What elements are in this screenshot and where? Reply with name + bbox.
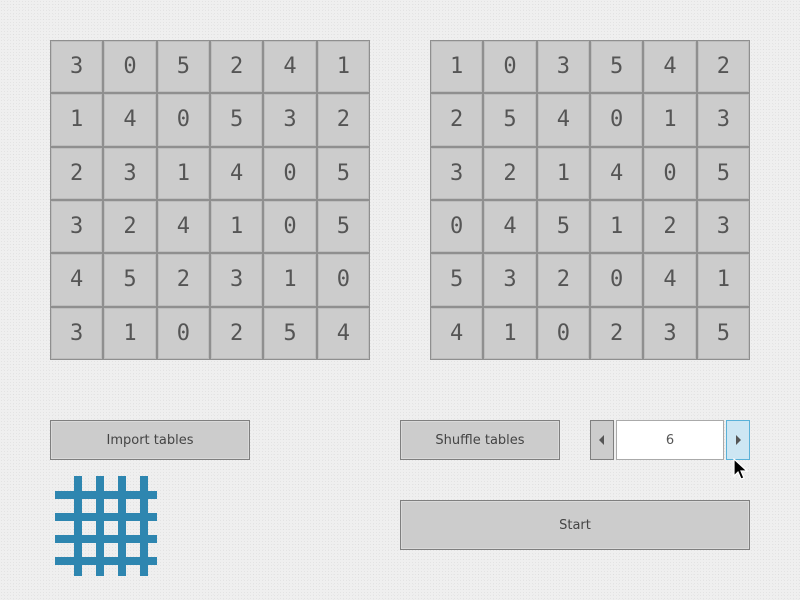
table-cell[interactable]: 4 [644,41,696,93]
table-cell[interactable]: 4 [157,200,209,253]
table-cell[interactable]: 3 [484,254,536,306]
table-cell[interactable]: 2 [210,41,263,93]
left-table: 305241140532231405324105452310310254 [50,40,370,360]
grid-icon [55,476,157,576]
table-cell[interactable]: 3 [537,41,589,93]
table-cell[interactable]: 1 [264,254,316,306]
mouse-pointer-icon [733,458,749,480]
table-cell[interactable]: 0 [157,307,209,359]
table-cell[interactable]: 2 [157,254,209,306]
table-cell[interactable]: 0 [264,200,316,253]
table-cell[interactable]: 2 [697,41,749,93]
table-cell[interactable]: 5 [210,94,263,146]
arrow-left-icon [599,435,604,445]
table-cell[interactable]: 1 [157,147,209,199]
table-cell[interactable]: 5 [264,307,316,359]
table-cell[interactable]: 4 [51,254,103,306]
table-cell[interactable]: 2 [431,94,483,146]
table-cell[interactable]: 5 [697,307,749,359]
table-cell[interactable]: 5 [317,200,369,253]
table-cell[interactable]: 2 [317,94,369,146]
table-cell[interactable]: 5 [104,254,156,306]
table-cell[interactable]: 0 [431,200,483,253]
table-cell[interactable]: 4 [104,94,156,146]
table-cell[interactable]: 5 [431,254,483,306]
table-cell[interactable]: 0 [590,94,643,146]
decrement-button[interactable] [590,420,614,460]
table-cell[interactable]: 2 [104,200,156,253]
table-cell[interactable]: 2 [210,307,263,359]
table-cell[interactable]: 4 [317,307,369,359]
table-cell[interactable]: 3 [51,307,103,359]
table-cell[interactable]: 2 [590,307,643,359]
arrow-right-icon [736,435,741,445]
import-tables-button[interactable]: Import tables [50,420,250,460]
table-cell[interactable]: 5 [484,94,536,146]
table-cell[interactable]: 1 [317,41,369,93]
start-button[interactable]: Start [400,500,750,550]
table-cell[interactable]: 5 [157,41,209,93]
table-cell[interactable]: 1 [51,94,103,146]
table-cell[interactable]: 0 [157,94,209,146]
table-cell[interactable]: 4 [210,147,263,199]
shuffle-tables-button[interactable]: Shuffle tables [400,420,560,460]
table-cell[interactable]: 1 [537,147,589,199]
table-cell[interactable]: 3 [104,147,156,199]
table-cell[interactable]: 0 [104,41,156,93]
table-cell[interactable]: 3 [431,147,483,199]
right-table: 103542254013321405045123532041410235 [430,40,750,360]
table-cell[interactable]: 3 [697,94,749,146]
table-cell[interactable]: 0 [590,254,643,306]
table-cell[interactable]: 3 [51,200,103,253]
table-size-field[interactable]: 6 [616,420,724,460]
table-cell[interactable]: 0 [484,41,536,93]
table-cell[interactable]: 4 [537,94,589,146]
table-cell[interactable]: 4 [264,41,316,93]
table-cell[interactable]: 1 [590,200,643,253]
table-cell[interactable]: 3 [51,41,103,93]
table-cell[interactable]: 3 [264,94,316,146]
table-cell[interactable]: 1 [104,307,156,359]
table-cell[interactable]: 4 [590,147,643,199]
table-cell[interactable]: 5 [590,41,643,93]
table-cell[interactable]: 2 [51,147,103,199]
table-cell[interactable]: 0 [317,254,369,306]
table-cell[interactable]: 3 [644,307,696,359]
table-cell[interactable]: 1 [210,200,263,253]
table-cell[interactable]: 5 [317,147,369,199]
increment-button[interactable] [726,420,750,460]
table-cell[interactable]: 4 [484,200,536,253]
table-cell[interactable]: 2 [484,147,536,199]
table-cell[interactable]: 5 [697,147,749,199]
table-cell[interactable]: 4 [431,307,483,359]
table-cell[interactable]: 2 [644,200,696,253]
table-cell[interactable]: 4 [644,254,696,306]
table-cell[interactable]: 1 [644,94,696,146]
table-cell[interactable]: 0 [644,147,696,199]
table-cell[interactable]: 5 [537,200,589,253]
table-cell[interactable]: 0 [264,147,316,199]
table-cell[interactable]: 3 [697,200,749,253]
table-cell[interactable]: 3 [210,254,263,306]
table-cell[interactable]: 1 [484,307,536,359]
table-cell[interactable]: 0 [537,307,589,359]
table-cell[interactable]: 1 [697,254,749,306]
table-cell[interactable]: 2 [537,254,589,306]
table-cell[interactable]: 1 [431,41,483,93]
